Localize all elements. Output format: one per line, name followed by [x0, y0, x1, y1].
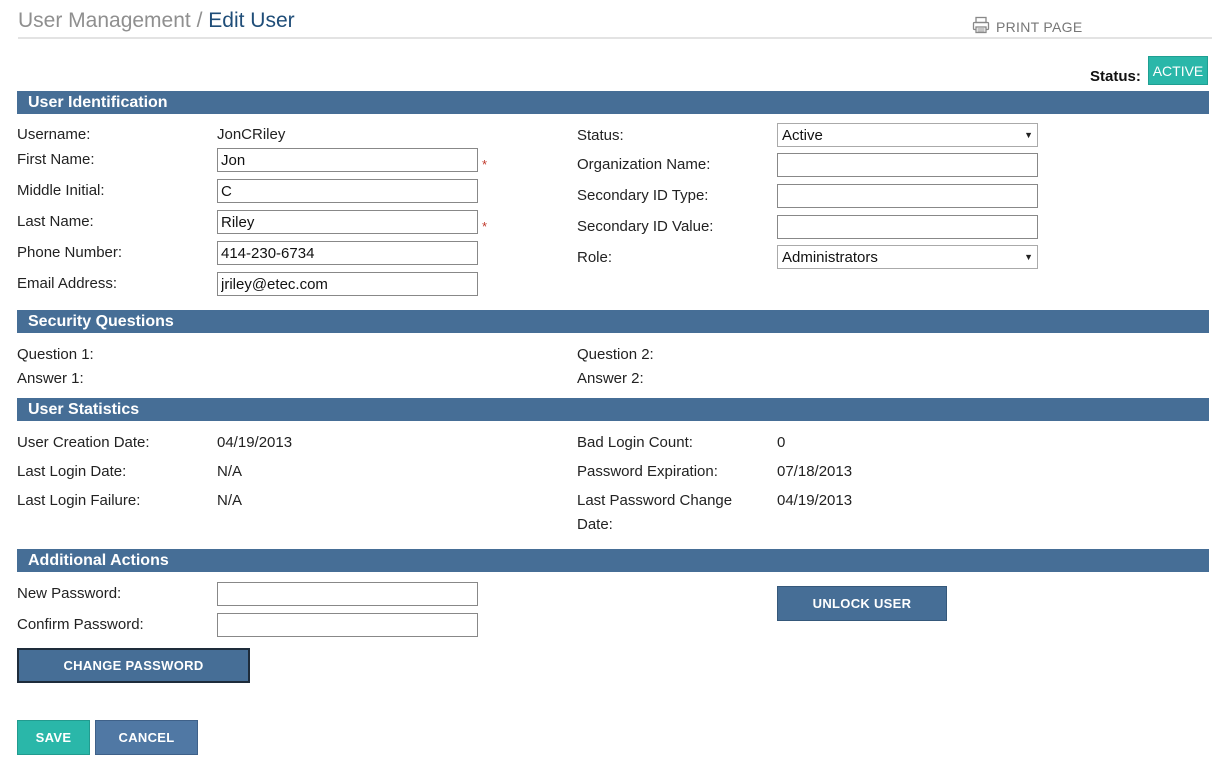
unlock-user-button[interactable]: UNLOCK USER [777, 586, 947, 621]
section-header-additional-actions: Additional Actions [17, 549, 1209, 572]
first-name-label: First Name: [17, 151, 95, 168]
role-label: Role: [577, 249, 613, 266]
status-header-label: Status: [1090, 68, 1141, 85]
breadcrumb-separator: / [196, 9, 203, 32]
email-address-field[interactable] [217, 272, 478, 296]
password-expiration-label: Password Expiration: [577, 463, 718, 480]
secondary-id-type-label: Secondary ID Type: [577, 187, 709, 204]
status-select-value: Active [782, 126, 823, 144]
username-value: JonCRiley [217, 126, 286, 143]
new-password-label: New Password: [17, 585, 122, 602]
print-page-label: PRINT PAGE [996, 18, 1083, 35]
chevron-down-icon: ▼ [1024, 252, 1033, 262]
status-select[interactable]: Active ▼ [777, 123, 1038, 147]
last-name-field[interactable] [217, 210, 478, 234]
status-label: Status: [577, 127, 624, 144]
last-login-failure-label: Last Login Failure: [17, 492, 141, 509]
last-login-failure-value: N/A [217, 492, 243, 509]
middle-initial-field[interactable] [217, 179, 478, 203]
user-creation-date-value: 04/19/2013 [217, 434, 293, 451]
last-password-change-value: 04/19/2013 [777, 492, 853, 509]
confirm-password-label: Confirm Password: [17, 616, 144, 633]
password-expiration-value: 07/18/2013 [777, 463, 853, 480]
organization-name-field[interactable] [777, 153, 1038, 177]
cancel-button[interactable]: CANCEL [95, 720, 198, 755]
first-name-field[interactable] [217, 148, 478, 172]
first-name-required-marker: * [482, 157, 488, 172]
phone-number-label: Phone Number: [17, 244, 123, 261]
printer-icon [972, 16, 990, 37]
email-address-label: Email Address: [17, 275, 118, 292]
secondary-id-type-field[interactable] [777, 184, 1038, 208]
print-page-button[interactable]: PRINT PAGE [972, 16, 1083, 37]
bad-login-count-label: Bad Login Count: [577, 434, 693, 451]
answer-1-label: Answer 1: [17, 370, 84, 387]
new-password-field[interactable] [217, 582, 478, 606]
last-password-change-label-line2: Date: [577, 516, 613, 533]
last-password-change-label-line1: Last Password Change [577, 492, 733, 509]
secondary-id-value-field[interactable] [777, 215, 1038, 239]
middle-initial-label: Middle Initial: [17, 182, 105, 199]
question-1-label: Question 1: [17, 346, 94, 363]
section-header-security-questions: Security Questions [17, 310, 1209, 333]
chevron-down-icon: ▼ [1024, 130, 1033, 140]
last-login-date-label: Last Login Date: [17, 463, 127, 480]
change-password-button[interactable]: CHANGE PASSWORD [17, 648, 250, 683]
header-divider [18, 37, 1212, 39]
user-creation-date-label: User Creation Date: [17, 434, 150, 451]
confirm-password-field[interactable] [217, 613, 478, 637]
last-name-required-marker: * [482, 219, 488, 234]
save-button[interactable]: SAVE [17, 720, 90, 755]
last-login-date-value: N/A [217, 463, 243, 480]
bad-login-count-value: 0 [777, 434, 786, 451]
role-select[interactable]: Administrators ▼ [777, 245, 1038, 269]
status-badge: ACTIVE [1148, 56, 1208, 85]
breadcrumb-parent-link[interactable]: User Management [18, 9, 191, 32]
breadcrumb: User Management / Edit User [18, 9, 295, 33]
answer-2-label: Answer 2: [577, 370, 644, 387]
role-select-value: Administrators [782, 248, 878, 266]
username-label: Username: [17, 126, 91, 143]
phone-number-field[interactable] [217, 241, 478, 265]
section-header-user-statistics: User Statistics [17, 398, 1209, 421]
page-title: Edit User [208, 9, 295, 32]
secondary-id-value-label: Secondary ID Value: [577, 218, 714, 235]
last-name-label: Last Name: [17, 213, 94, 230]
question-2-label: Question 2: [577, 346, 654, 363]
section-header-user-identification: User Identification [17, 91, 1209, 114]
organization-name-label: Organization Name: [577, 156, 711, 173]
